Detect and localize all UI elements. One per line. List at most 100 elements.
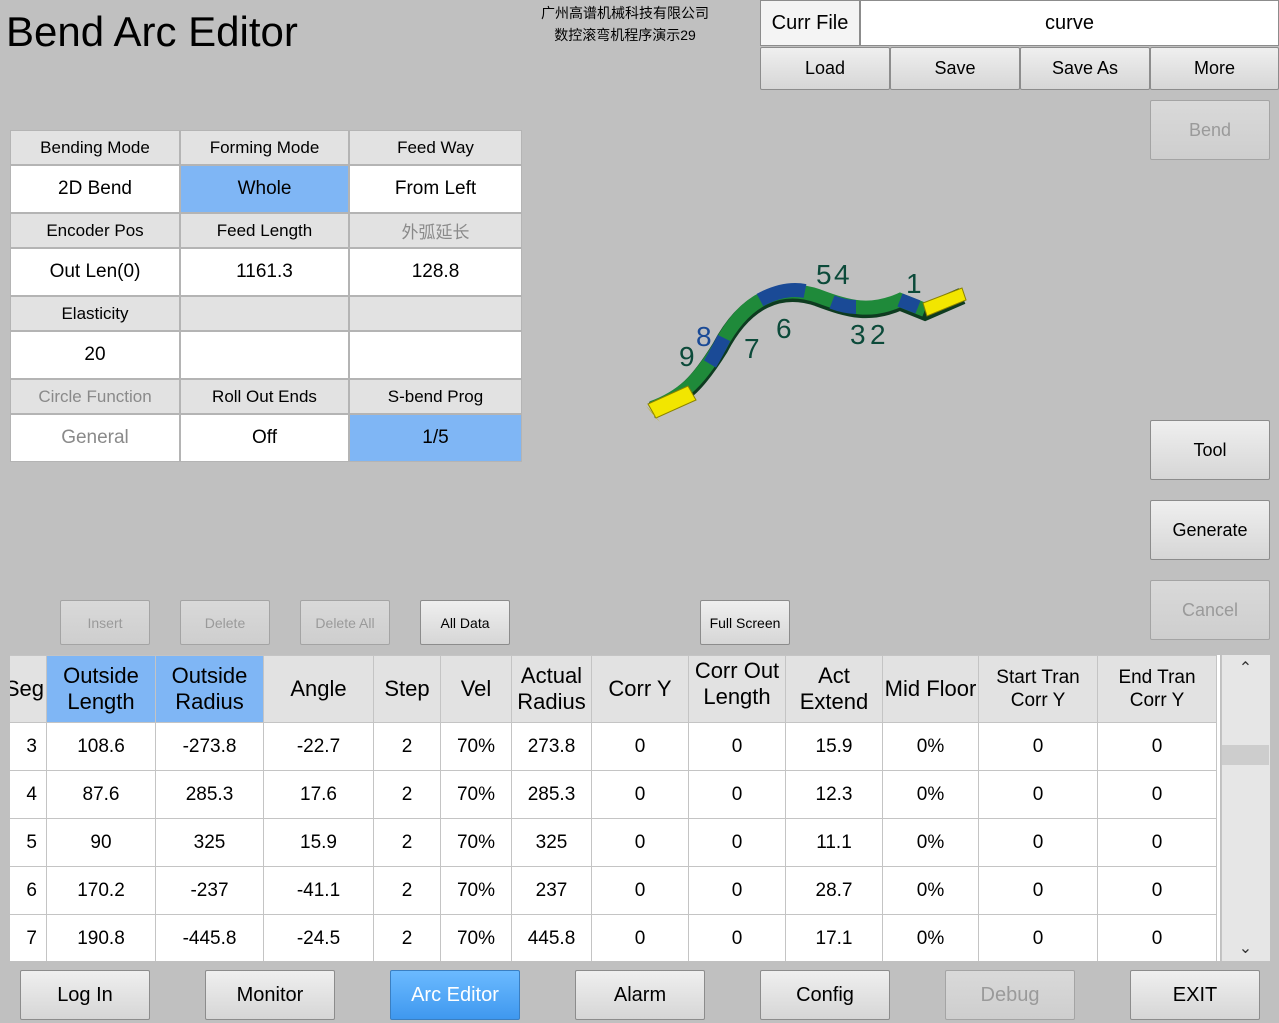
cell-outside-length[interactable]: 170.2 [46,866,156,915]
cell-seg[interactable]: 4 [10,770,47,819]
table-row[interactable]: 6 170.2 -237 -41.1 2 70% 237 0 0 28.7 0% 0 0 [10,866,1217,915]
col-act-extend[interactable]: Act Extend [785,655,883,723]
config-button[interactable]: Config [760,970,890,1020]
cell-step[interactable]: 2 [373,770,441,819]
cell-seg[interactable]: 6 [10,866,47,915]
feed-way-value[interactable]: From Left [349,165,522,213]
cell-actual-radius[interactable]: 237 [511,866,592,915]
cell-actual-radius[interactable]: 325 [511,818,592,867]
cell-act-extend[interactable]: 15.9 [785,722,883,771]
bending-mode-value[interactable]: 2D Bend [10,165,180,213]
table-row[interactable]: 7 190.8 -445.8 -24.5 2 70% 445.8 0 0 17.1 0% 0 0 [10,914,1217,961]
col-seg[interactable]: Seg [10,655,47,723]
cell-end-tran-corr-y[interactable]: 0 [1097,722,1217,771]
cell-outside-radius[interactable]: -237 [155,866,264,915]
cell-corr-y[interactable]: 0 [591,818,689,867]
cell-mid-floor[interactable]: 0% [882,818,979,867]
cell-start-tran-corr-y[interactable]: 0 [978,866,1098,915]
cell-corr-out-length[interactable]: 0 [688,818,786,867]
cell-outside-radius[interactable]: 325 [155,818,264,867]
cell-seg[interactable]: 5 [10,818,47,867]
cell-vel[interactable]: 70% [440,866,512,915]
full-screen-button[interactable]: Full Screen [700,600,790,645]
cell-outside-length[interactable]: 90 [46,818,156,867]
cell-start-tran-corr-y[interactable]: 0 [978,722,1098,771]
debug-button[interactable]: Debug [945,970,1075,1020]
cell-step[interactable]: 2 [373,914,441,961]
feed-length-value[interactable]: 1161.3 [180,248,349,296]
cell-corr-y[interactable]: 0 [591,770,689,819]
cell-end-tran-corr-y[interactable]: 0 [1097,914,1217,961]
encoder-pos-value[interactable]: Out Len(0) [10,248,180,296]
save-as-button[interactable]: Save As [1020,47,1150,90]
cell-end-tran-corr-y[interactable]: 0 [1097,770,1217,819]
roll-out-ends-value[interactable]: Off [180,414,349,462]
insert-button[interactable]: Insert [60,600,150,645]
cell-start-tran-corr-y[interactable]: 0 [978,818,1098,867]
col-outside-radius[interactable]: Outside Radius [155,655,264,723]
cell-corr-y[interactable]: 0 [591,914,689,961]
forming-mode-value[interactable]: Whole [180,165,349,213]
cell-angle[interactable]: 17.6 [263,770,374,819]
cell-act-extend[interactable]: 12.3 [785,770,883,819]
cell-corr-out-length[interactable]: 0 [688,722,786,771]
cell-actual-radius[interactable]: 285.3 [511,770,592,819]
cell-step[interactable]: 2 [373,866,441,915]
generate-button[interactable]: Generate [1150,500,1270,560]
cell-outside-radius[interactable]: -445.8 [155,914,264,961]
col-outside-length[interactable]: Outside Length [46,655,156,723]
cell-corr-y[interactable]: 0 [591,866,689,915]
cell-start-tran-corr-y[interactable]: 0 [978,914,1098,961]
cell-step[interactable]: 2 [373,818,441,867]
more-button[interactable]: More [1150,47,1279,90]
sbend-prog-value[interactable]: 1/5 [349,414,522,462]
curr-file-value[interactable]: curve [860,0,1279,46]
exit-button[interactable]: EXIT [1130,970,1260,1020]
delete-all-button[interactable]: Delete All [300,600,390,645]
cell-seg[interactable]: 3 [10,722,47,771]
cell-actual-radius[interactable]: 445.8 [511,914,592,961]
cell-start-tran-corr-y[interactable]: 0 [978,770,1098,819]
cell-outside-radius[interactable]: 285.3 [155,770,264,819]
cell-seg[interactable]: 7 [10,914,47,961]
delete-button[interactable]: Delete [180,600,270,645]
col-start-tran-corr-y[interactable]: Start Tran Corr Y [978,655,1098,723]
circle-function-value[interactable]: General [10,414,180,462]
table-row[interactable]: 4 87.6 285.3 17.6 2 70% 285.3 0 0 12.3 0% 0 0 [10,770,1217,819]
col-corr-out-length[interactable]: Corr Out Length [688,655,786,723]
outer-extend-value[interactable]: 128.8 [349,248,522,296]
scroll-down-icon[interactable]: ⌄ [1221,935,1270,961]
monitor-button[interactable]: Monitor [205,970,335,1020]
cell-angle[interactable]: -22.7 [263,722,374,771]
col-mid-floor[interactable]: Mid Floor [882,655,979,723]
cell-actual-radius[interactable]: 273.8 [511,722,592,771]
save-button[interactable]: Save [890,47,1020,90]
cancel-button[interactable]: Cancel [1150,580,1270,640]
arc-editor-button[interactable]: Arc Editor [390,970,520,1020]
col-step[interactable]: Step [373,655,441,723]
cell-vel[interactable]: 70% [440,914,512,961]
bend-button[interactable]: Bend [1150,100,1270,160]
cell-outside-length[interactable]: 108.6 [46,722,156,771]
col-angle[interactable]: Angle [263,655,374,723]
all-data-button[interactable]: All Data [420,600,510,645]
cell-act-extend[interactable]: 17.1 [785,914,883,961]
cell-end-tran-corr-y[interactable]: 0 [1097,818,1217,867]
cell-mid-floor[interactable]: 0% [882,722,979,771]
cell-angle[interactable]: -41.1 [263,866,374,915]
col-corr-y[interactable]: Corr Y [591,655,689,723]
cell-vel[interactable]: 70% [440,770,512,819]
cell-step[interactable]: 2 [373,722,441,771]
table-row[interactable]: 3 108.6 -273.8 -22.7 2 70% 273.8 0 0 15.9 0% 0 0 [10,722,1217,771]
load-button[interactable]: Load [760,47,890,90]
table-row[interactable]: 5 90 325 15.9 2 70% 325 0 0 11.1 0% 0 0 [10,818,1217,867]
cell-outside-length[interactable]: 87.6 [46,770,156,819]
cell-mid-floor[interactable]: 0% [882,866,979,915]
elasticity-value[interactable]: 20 [10,331,180,379]
cell-corr-out-length[interactable]: 0 [688,914,786,961]
tool-button[interactable]: Tool [1150,420,1270,480]
scroll-thumb[interactable] [1222,745,1269,765]
cell-corr-y[interactable]: 0 [591,722,689,771]
cell-angle[interactable]: 15.9 [263,818,374,867]
cell-end-tran-corr-y[interactable]: 0 [1097,866,1217,915]
